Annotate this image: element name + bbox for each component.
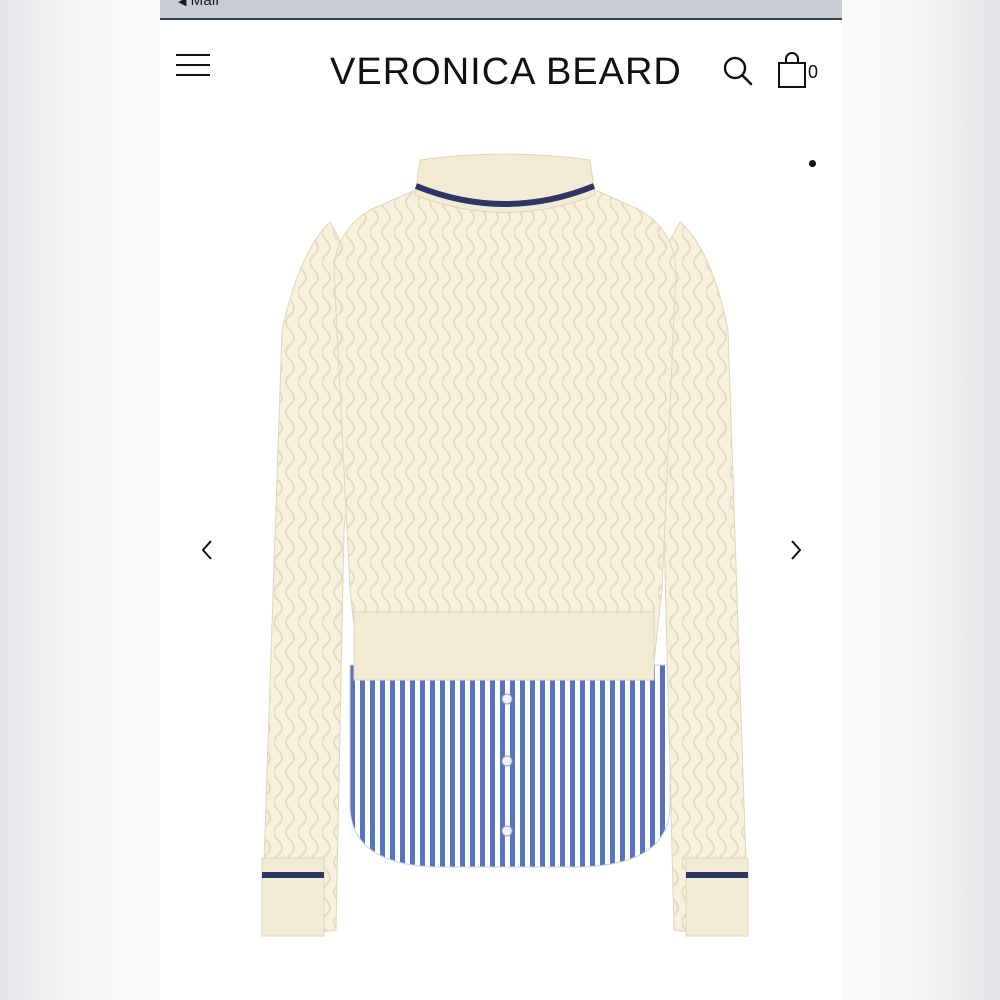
- chevron-left-icon[interactable]: [196, 536, 220, 564]
- product-image[interactable]: [250, 150, 760, 950]
- back-arrow-icon: ◀: [178, 0, 187, 8]
- shopping-bag-icon[interactable]: [776, 50, 810, 90]
- mobile-page: ◀ Mail VERONICA BEARD 0: [160, 0, 842, 1000]
- hamburger-menu-icon[interactable]: [176, 54, 210, 78]
- gallery-page-indicator[interactable]: [809, 160, 816, 167]
- back-to-mail-link[interactable]: ◀ Mail: [178, 0, 219, 9]
- back-label: Mail: [190, 0, 219, 9]
- brand-logo[interactable]: VERONICA BEARD: [330, 48, 681, 96]
- cart-count[interactable]: 0: [808, 62, 818, 83]
- chevron-right-icon[interactable]: [783, 536, 807, 564]
- status-bar: ◀ Mail: [160, 0, 842, 20]
- search-icon[interactable]: [722, 55, 754, 87]
